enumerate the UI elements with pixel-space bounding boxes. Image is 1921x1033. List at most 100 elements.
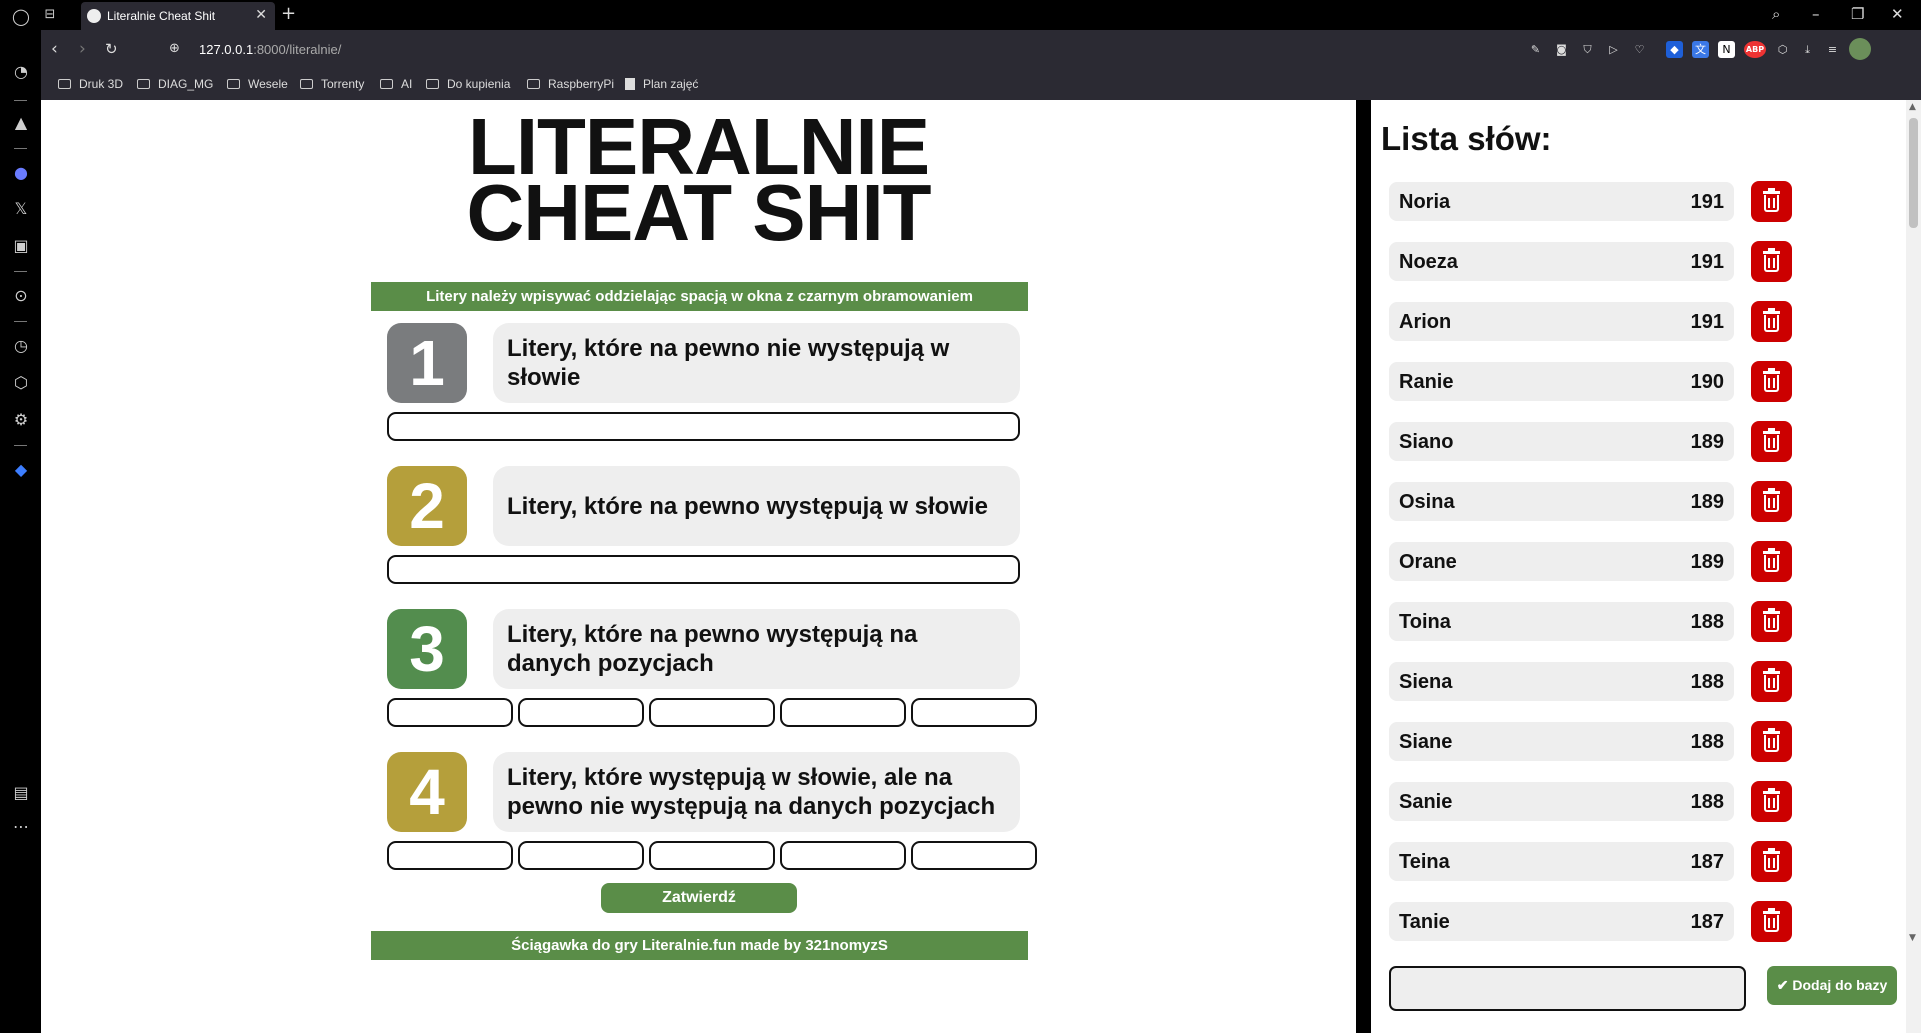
trash-icon-part bbox=[1768, 858, 1770, 868]
word-text: Siane bbox=[1399, 731, 1453, 753]
forward-button[interactable]: › bbox=[79, 39, 86, 59]
new-word-input[interactable] bbox=[1389, 966, 1746, 1011]
present-letters-input[interactable] bbox=[387, 555, 1020, 584]
trash-icon-part bbox=[1764, 855, 1779, 872]
history-icon[interactable]: ◷ bbox=[11, 336, 31, 356]
bookmark-druk-3d[interactable]: Druk 3D bbox=[58, 77, 123, 91]
new-tab-button[interactable]: + bbox=[281, 3, 296, 24]
wrong-position-input-4[interactable] bbox=[780, 841, 906, 870]
close-tab-icon[interactable]: ✕ bbox=[255, 7, 267, 23]
cube-icon[interactable]: ⬡ bbox=[1774, 41, 1791, 58]
player-icon[interactable]: ⊙ bbox=[11, 286, 31, 306]
wrong-position-input-1[interactable] bbox=[387, 841, 513, 870]
wrong-position-input-3[interactable] bbox=[649, 841, 775, 870]
delete-word-button[interactable] bbox=[1751, 661, 1792, 702]
bookmark-raspberrypi[interactable]: RaspberryPi bbox=[527, 77, 614, 91]
speed-dial-icon[interactable]: ◔ bbox=[11, 62, 31, 82]
delete-word-button[interactable] bbox=[1751, 301, 1792, 342]
bookmark-wesele[interactable]: Wesele bbox=[227, 77, 288, 91]
snapshot-icon[interactable]: ◙ bbox=[1553, 41, 1570, 58]
bookmark-ai[interactable]: AI bbox=[380, 77, 412, 91]
download-icon[interactable]: ⤓ bbox=[1799, 41, 1816, 58]
trash-icon bbox=[1763, 551, 1780, 554]
profile-avatar[interactable] bbox=[1849, 38, 1871, 60]
word-row[interactable]: Noria 191 bbox=[1389, 182, 1734, 221]
extensions-cube-icon[interactable]: ⬡ bbox=[11, 373, 31, 393]
menu-icon[interactable]: ≡ bbox=[1824, 41, 1841, 58]
delete-word-button[interactable] bbox=[1751, 541, 1792, 582]
word-row[interactable]: Siena 188 bbox=[1389, 662, 1734, 701]
adblock-plus-icon[interactable]: ABP bbox=[1744, 41, 1766, 58]
bookmark-plan-zajec[interactable]: Plan zajęć bbox=[625, 77, 698, 91]
absent-letters-input[interactable] bbox=[387, 412, 1020, 441]
correct-position-input-4[interactable] bbox=[780, 698, 906, 727]
word-row[interactable]: Siano 189 bbox=[1389, 422, 1734, 461]
scrollbar[interactable]: ▲ ▼ bbox=[1906, 100, 1921, 1033]
shield-icon[interactable]: ⛉ bbox=[1579, 41, 1596, 58]
tab-workspace-icon[interactable]: ⊟ bbox=[41, 6, 59, 24]
more-icon[interactable]: ⋯ bbox=[11, 817, 31, 837]
wrong-position-input-5[interactable] bbox=[911, 841, 1037, 870]
restore-button[interactable]: ❐ bbox=[1851, 5, 1864, 23]
minimize-button[interactable]: – bbox=[1812, 5, 1820, 23]
send-icon[interactable]: ▷ bbox=[1605, 41, 1622, 58]
heart-icon[interactable]: ♡ bbox=[1631, 41, 1648, 58]
bookmark-label: Plan zajęć bbox=[643, 77, 699, 91]
edit-icon[interactable]: ✎ bbox=[1527, 41, 1544, 58]
opera-logo-icon[interactable]: ◯ bbox=[11, 7, 31, 27]
bookmark-diag-mg[interactable]: DIAG_MG bbox=[137, 77, 213, 91]
notion-icon[interactable]: N bbox=[1718, 41, 1735, 58]
trash-icon-part bbox=[1773, 738, 1775, 748]
settings-gear-icon[interactable]: ⚙ bbox=[11, 410, 31, 430]
pinboard-icon[interactable]: ▤ bbox=[11, 783, 31, 803]
site-info-icon[interactable]: ⊕ bbox=[169, 41, 180, 56]
word-row[interactable]: Sanie 188 bbox=[1389, 782, 1734, 821]
delete-word-button[interactable] bbox=[1751, 841, 1792, 882]
close-window-button[interactable]: ✕ bbox=[1891, 5, 1904, 23]
word-row[interactable]: Siane 188 bbox=[1389, 722, 1734, 761]
correct-position-input-5[interactable] bbox=[911, 698, 1037, 727]
word-row[interactable]: Toina 188 bbox=[1389, 602, 1734, 641]
scrollbar-thumb[interactable] bbox=[1909, 118, 1918, 228]
url-field[interactable]: 127.0.0.1:8000/literalnie/ bbox=[199, 42, 341, 57]
delete-word-button[interactable] bbox=[1751, 481, 1792, 522]
delete-word-button[interactable] bbox=[1751, 241, 1792, 282]
word-row[interactable]: Tanie 187 bbox=[1389, 902, 1734, 941]
word-row[interactable]: Orane 189 bbox=[1389, 542, 1734, 581]
reload-button[interactable]: ↻ bbox=[105, 40, 118, 58]
correct-position-input-3[interactable] bbox=[649, 698, 775, 727]
word-row[interactable]: Osina 189 bbox=[1389, 482, 1734, 521]
delete-word-button[interactable] bbox=[1751, 721, 1792, 762]
discord-icon[interactable]: ▣ bbox=[11, 236, 31, 256]
delete-word-button[interactable] bbox=[1751, 361, 1792, 402]
back-button[interactable]: ‹ bbox=[51, 39, 58, 59]
delete-word-button[interactable] bbox=[1751, 181, 1792, 222]
word-row[interactable]: Arion 191 bbox=[1389, 302, 1734, 341]
search-tabs-icon[interactable]: ⌕ bbox=[1772, 5, 1780, 23]
delete-word-button[interactable] bbox=[1751, 901, 1792, 942]
add-to-database-button[interactable]: ✔ Dodaj do bazy bbox=[1767, 966, 1897, 1005]
bookmark-torrenty[interactable]: Torrenty bbox=[300, 77, 364, 91]
delete-word-button[interactable] bbox=[1751, 601, 1792, 642]
messenger-icon[interactable]: ● bbox=[11, 163, 31, 183]
aria-icon[interactable]: ▲ bbox=[11, 113, 31, 133]
correct-position-input-1[interactable] bbox=[387, 698, 513, 727]
scroll-down-icon[interactable]: ▼ bbox=[1909, 933, 1916, 943]
bookmark-do-kupienia[interactable]: Do kupienia bbox=[426, 77, 510, 91]
word-row[interactable]: Ranie 190 bbox=[1389, 362, 1734, 401]
delete-word-button[interactable] bbox=[1751, 781, 1792, 822]
word-score: 189 bbox=[1690, 431, 1724, 453]
word-row[interactable]: Teina 187 bbox=[1389, 842, 1734, 881]
bitwarden-icon[interactable]: ◆ bbox=[11, 460, 31, 480]
delete-word-button[interactable] bbox=[1751, 421, 1792, 462]
wrong-position-input-2[interactable] bbox=[518, 841, 644, 870]
scroll-up-icon[interactable]: ▲ bbox=[1909, 102, 1916, 112]
correct-position-input-2[interactable] bbox=[518, 698, 644, 727]
trash-icon bbox=[1763, 431, 1780, 434]
translate-icon[interactable]: 文 bbox=[1692, 41, 1709, 58]
submit-button[interactable]: Zatwierdź bbox=[601, 883, 797, 913]
word-row[interactable]: Noeza 191 bbox=[1389, 242, 1734, 281]
bitwarden-ext-icon[interactable]: ◆ bbox=[1666, 41, 1683, 58]
tab-active[interactable]: Literalnie Cheat Shit ✕ bbox=[81, 2, 275, 30]
x-twitter-icon[interactable]: 𝕏 bbox=[11, 199, 31, 219]
